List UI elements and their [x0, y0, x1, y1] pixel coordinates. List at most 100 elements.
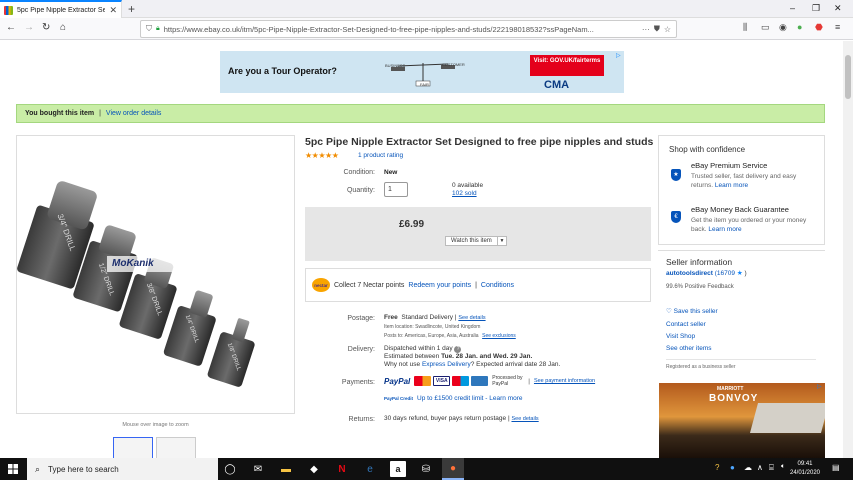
ad-banner[interactable]: Are you a Tour Operator? BUSINESS CUSTOM…	[220, 51, 624, 93]
netflix-icon[interactable]: N	[334, 461, 350, 477]
save-seller-line[interactable]: ♡ Save this seller	[666, 307, 718, 315]
scrollbar-thumb[interactable]	[845, 55, 851, 99]
premium-desc-block: Trusted seller, fast delivery and easy r…	[691, 172, 816, 190]
chevron-up-icon[interactable]: ∧	[757, 463, 763, 472]
visit-shop-link[interactable]: Visit Shop	[666, 333, 695, 340]
notifications-icon[interactable]: ▤	[832, 463, 840, 472]
visit-govuk[interactable]: Visit: GOV.UK/fairterms	[530, 55, 604, 76]
taskbar-search[interactable]: ⌕ Type here to search	[27, 458, 218, 480]
estimated-prefix: Estimated between	[384, 353, 440, 360]
restore-icon[interactable]: ❐	[812, 3, 820, 14]
menu-icon[interactable]: ≡	[835, 22, 840, 32]
pocket-icon[interactable]: ⛊	[654, 24, 660, 34]
thumbnail-2[interactable]	[156, 437, 196, 459]
windows-taskbar: ⌕ Type here to search ◯ ✉ ▬ ◆ N e a ⛁ ● …	[0, 458, 853, 480]
save-seller-link[interactable]: Save this seller	[674, 308, 718, 315]
browser-tab[interactable]: 5pc Pipe Nipple Extractor Set D ✕	[0, 0, 122, 18]
store-icon[interactable]: ⛁	[418, 461, 434, 477]
view-order-link[interactable]: View order details	[106, 110, 162, 117]
close-tab-icon[interactable]: ✕	[109, 5, 117, 16]
tray-app-icon[interactable]: ●	[730, 463, 735, 472]
home-icon[interactable]: ⌂	[60, 22, 66, 33]
available-count: 0 available	[452, 182, 484, 189]
scale-base-label: FAIR	[420, 82, 429, 87]
seller-name-link[interactable]: autotoolsdirect	[666, 270, 713, 277]
marriott-text: MARRIOTT	[717, 386, 744, 392]
adblock-icon[interactable]: ⬣	[815, 22, 823, 33]
watch-button[interactable]: Watch this item ▼	[445, 236, 507, 246]
seller-feedback: 99.6% Positive Feedback	[666, 284, 734, 290]
see-exclusions-link[interactable]: See exclusions	[482, 333, 516, 339]
sold-link[interactable]: 102 sold	[452, 190, 477, 197]
firefox-icon[interactable]: ●	[442, 458, 464, 480]
see-other-items-link[interactable]: See other items	[666, 345, 712, 352]
payments-label: Payments:	[341, 379, 375, 386]
product-image[interactable]: 3/4" DRILL 1/2" DRILL 3/8" DRILL 1/4" DR…	[16, 135, 295, 414]
new-tab-icon[interactable]: +	[128, 2, 135, 16]
payment-methods: PayPal VISA Processed by PayPal | See pa…	[384, 375, 596, 387]
express-delivery-link[interactable]: Express Delivery	[422, 361, 471, 368]
adchoices-icon[interactable]: ▷	[616, 52, 621, 59]
postage-details-link[interactable]: See details	[458, 315, 485, 321]
marriott-ad[interactable]: MARRIOTT BONVOY ▷	[659, 383, 825, 458]
reload-icon[interactable]: ↻	[42, 22, 50, 33]
money-back-learn-more[interactable]: Learn more	[708, 226, 741, 233]
start-button[interactable]	[0, 458, 26, 480]
file-explorer-icon[interactable]: ▬	[278, 461, 294, 477]
clock[interactable]: 09:41 24/01/2020	[785, 460, 825, 478]
address-bar[interactable]: ⛉ 🔒︎ https://www.ebay.co.uk/itm/5pc-Pipe…	[140, 20, 677, 38]
scrollbar[interactable]	[843, 41, 853, 458]
network-icon[interactable]: ⌸	[769, 463, 774, 473]
edge-icon[interactable]: e	[362, 461, 378, 477]
ad-choices-icon[interactable]: ▷	[817, 383, 822, 390]
money-back-title: eBay Money Back Guarantee	[691, 205, 789, 214]
extension-icon[interactable]: ◉	[779, 22, 787, 33]
processed-by-paypal: Processed by PayPal	[492, 375, 523, 387]
clock-time: 09:41	[797, 461, 813, 467]
sidebar-icon[interactable]: ▭	[761, 22, 770, 33]
nectar-separator: |	[475, 281, 477, 289]
contact-seller-link[interactable]: Contact seller	[666, 321, 706, 328]
nectar-conditions-link[interactable]: Conditions	[481, 282, 514, 289]
premium-learn-more[interactable]: Learn more	[715, 182, 748, 189]
forward-icon[interactable]: →	[24, 22, 34, 33]
tab-bar: 5pc Pipe Nipple Extractor Set D ✕ + – ❐ …	[0, 0, 853, 18]
cloud-icon[interactable]: ☁	[744, 463, 752, 472]
delivery-label: Delivery:	[347, 346, 375, 353]
chevron-down-icon[interactable]: ▼	[497, 237, 506, 245]
mastercard-icon	[414, 376, 432, 386]
confidence-heading: Shop with confidence	[669, 145, 746, 154]
product-rating-link[interactable]: 1 product rating	[358, 152, 403, 159]
dropbox-icon[interactable]: ◆	[306, 461, 322, 477]
library-icon[interactable]: ⫼	[743, 22, 747, 33]
clock-date: 24/01/2020	[789, 470, 821, 476]
zoom-hint: Mouse over image to zoom	[122, 422, 189, 428]
back-icon[interactable]: ←	[6, 22, 16, 33]
task-view-icon[interactable]: ◯	[222, 461, 238, 477]
thumbnail-1[interactable]	[113, 437, 153, 459]
paypal-credit-link[interactable]: Up to £1500 credit limit - Learn more	[417, 395, 523, 402]
redeem-points-link[interactable]: Redeem your points	[408, 282, 471, 289]
help-icon[interactable]: ?	[715, 463, 719, 472]
paypal-logo: PayPal	[384, 376, 411, 386]
seller-score[interactable]: (16709	[715, 270, 735, 277]
car-image	[749, 403, 825, 433]
returns-details-link[interactable]: See details	[511, 416, 538, 422]
minimize-icon[interactable]: –	[790, 3, 795, 13]
amazon-icon[interactable]: a	[390, 461, 406, 477]
shop-with-confidence: Shop with confidence ★ eBay Premium Serv…	[658, 135, 825, 245]
page-actions-icon[interactable]: ···	[642, 25, 650, 34]
postage-type: Standard Delivery	[401, 314, 454, 321]
bookmark-star-icon[interactable]: ☆	[664, 25, 671, 34]
info-icon[interactable]: ?	[454, 346, 462, 353]
chrome-extension-icon[interactable]: ●	[797, 22, 802, 32]
heart-icon[interactable]: ♡	[666, 308, 672, 315]
mail-icon[interactable]: ✉	[250, 461, 266, 477]
dispatched-line: Dispatched within 1 day ?	[384, 345, 462, 353]
bonvoy-text: BONVOY	[709, 393, 759, 404]
registered-business: Registered as a business seller	[666, 364, 736, 370]
see-payment-info-link[interactable]: See payment information	[534, 378, 595, 384]
quantity-input[interactable]: 1	[384, 182, 408, 197]
close-window-icon[interactable]: ✕	[834, 3, 842, 14]
ad-question: Are you a Tour Operator?	[228, 66, 337, 76]
